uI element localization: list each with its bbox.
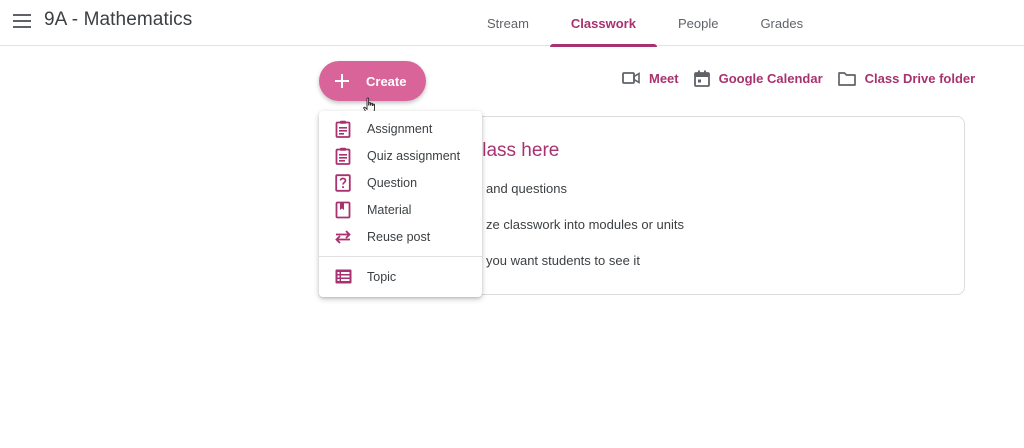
quiz-assignment-icon bbox=[334, 147, 352, 165]
topic-icon bbox=[334, 268, 352, 286]
class-links: Meet Google Calendar Class Drive folder bbox=[622, 68, 990, 88]
menu-item-topic[interactable]: Topic bbox=[319, 263, 482, 290]
calendar-icon bbox=[693, 70, 710, 87]
meet-link-label: Meet bbox=[649, 70, 679, 86]
menu-item-label: Topic bbox=[367, 269, 397, 284]
plus-icon bbox=[335, 74, 349, 88]
meet-link[interactable]: Meet bbox=[622, 71, 679, 86]
menu-item-quiz-assignment[interactable]: Quiz assignment bbox=[319, 142, 482, 169]
class-title[interactable]: 9A - Mathematics bbox=[44, 9, 192, 31]
menu-item-label: Assignment bbox=[367, 121, 433, 136]
top-bar: 9A - Mathematics Stream Classwork People… bbox=[0, 0, 1024, 47]
menu-item-reuse-post[interactable]: Reuse post bbox=[319, 223, 482, 250]
tab-grades[interactable]: Grades bbox=[739, 0, 824, 46]
create-button[interactable]: Create bbox=[319, 61, 426, 101]
menu-item-material[interactable]: Material bbox=[319, 196, 482, 223]
menu-item-assignment[interactable]: Assignment bbox=[319, 115, 482, 142]
folder-icon bbox=[837, 71, 856, 86]
class-drive-folder-link-label: Class Drive folder bbox=[864, 70, 976, 86]
class-tabs: Stream Classwork People Grades bbox=[466, 0, 824, 47]
card-line: and questions bbox=[486, 181, 567, 196]
tab-people[interactable]: People bbox=[657, 0, 739, 46]
menu-item-question[interactable]: Question bbox=[319, 169, 482, 196]
class-drive-folder-link[interactable]: Class Drive folder bbox=[837, 70, 976, 86]
menu-divider bbox=[319, 256, 482, 257]
create-menu: Assignment Quiz assignment Question Mate… bbox=[319, 111, 482, 297]
menu-item-label: Question bbox=[367, 175, 418, 190]
google-calendar-link-label: Google Calendar bbox=[718, 70, 823, 86]
question-icon bbox=[334, 173, 352, 192]
google-calendar-link[interactable]: Google Calendar bbox=[693, 70, 823, 87]
menu-item-label: Quiz assignment bbox=[367, 148, 461, 163]
card-line: ze classwork into modules or units bbox=[486, 217, 684, 232]
video-camera-icon bbox=[622, 72, 640, 84]
card-line: you want students to see it bbox=[486, 253, 640, 268]
tab-classwork[interactable]: Classwork bbox=[549, 0, 658, 47]
assignment-icon bbox=[334, 120, 352, 138]
menu-item-label: Reuse post bbox=[367, 229, 431, 244]
reuse-post-icon bbox=[334, 228, 352, 246]
hamburger-menu-icon[interactable] bbox=[10, 9, 34, 33]
menu-item-label: Material bbox=[367, 202, 412, 217]
tab-stream[interactable]: Stream bbox=[466, 0, 550, 46]
material-icon bbox=[334, 201, 352, 219]
create-button-label: Create bbox=[366, 73, 407, 89]
